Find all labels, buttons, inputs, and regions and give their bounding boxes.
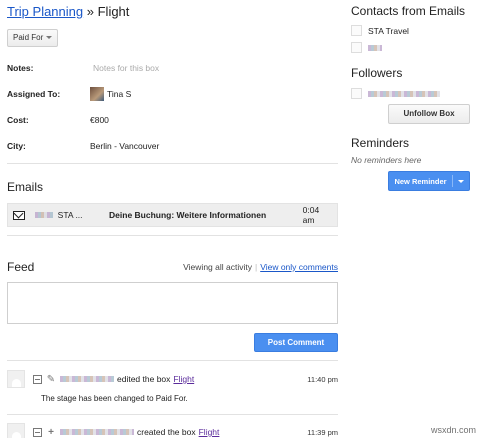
- plus-icon: +: [48, 426, 54, 438]
- divider: [7, 360, 338, 361]
- follower-avatar: [351, 88, 362, 99]
- followers-heading: Followers: [351, 66, 403, 80]
- feed-header: Feed Viewing all activity | View only comm…: [7, 260, 338, 274]
- filter-separator: |: [254, 262, 258, 272]
- activity-action: edited the box: [117, 374, 171, 384]
- redacted-user: [60, 429, 134, 435]
- email-time: 0:04 am: [302, 205, 320, 225]
- new-reminder-label: New Reminder: [394, 176, 447, 186]
- view-only-comments-link[interactable]: View only comments: [260, 262, 338, 272]
- divider: [7, 235, 338, 236]
- follower-item: [351, 86, 475, 101]
- contact-item[interactable]: [351, 40, 475, 55]
- pencil-icon: ✎: [46, 373, 56, 385]
- contact-item[interactable]: STA Travel: [351, 23, 475, 38]
- field-label: Cost:: [7, 115, 29, 125]
- activity-time: 11:39 pm: [307, 427, 338, 437]
- activity-detail: The stage has been changed to Paid For.: [41, 394, 188, 403]
- feed-heading: Feed: [7, 260, 35, 274]
- activity-text: edited the box Flight: [60, 374, 194, 384]
- box-icon: [33, 427, 42, 437]
- email-row[interactable]: STA ... Deine Buchung: Weitere Informati…: [7, 203, 338, 227]
- watermark: wsxdn.com: [430, 425, 476, 435]
- activity-action: created the box: [137, 427, 196, 437]
- notes-input[interactable]: Notes for this box: [93, 63, 159, 73]
- activity-item: ✎ edited the box Flight 11:40 pm: [7, 367, 338, 391]
- viewing-all-activity: Viewing all activity: [183, 262, 252, 272]
- box-icon: [33, 374, 42, 384]
- assignee-name: Tina S: [107, 89, 132, 99]
- avatar: [7, 423, 25, 438]
- stage-dropdown[interactable]: Paid For: [7, 29, 59, 47]
- activity-item: + created the box Flight 11:39 pm: [7, 420, 338, 438]
- breadcrumb-separator: »: [86, 4, 94, 19]
- activity-box-link[interactable]: Flight: [199, 427, 220, 437]
- feed-filter: Viewing all activity | View only comments: [183, 262, 338, 272]
- emails-heading: Emails: [7, 180, 44, 194]
- field-notes: Notes: Notes for this box: [7, 55, 338, 81]
- box-fields: Notes: Notes for this box Assigned To: T…: [7, 55, 338, 159]
- breadcrumb-trip-planning-link[interactable]: Trip Planning: [7, 4, 83, 19]
- chevron-down-icon[interactable]: [457, 179, 464, 183]
- no-reminders-text: No reminders here: [351, 155, 422, 165]
- contacts-heading: Contacts from Emails: [351, 4, 466, 18]
- reminders-heading: Reminders: [351, 136, 410, 150]
- field-label: Assigned To:: [7, 89, 61, 99]
- email-sender: STA ...: [57, 210, 83, 220]
- redacted-follower: [368, 90, 440, 97]
- contact-avatar: [351, 25, 362, 36]
- redacted-user: [60, 376, 114, 382]
- field-label: City:: [7, 141, 26, 151]
- unfollow-box-button[interactable]: Unfollow Box: [388, 104, 470, 124]
- field-city: City: Berlin - Vancouver: [7, 133, 338, 159]
- main-column: Trip Planning » Flight Paid For Notes: N…: [7, 4, 338, 438]
- post-comment-button[interactable]: Post Comment: [254, 333, 338, 352]
- assignee-value[interactable]: Tina S: [90, 87, 131, 101]
- stage-label: Paid For: [13, 33, 44, 42]
- divider: [7, 163, 338, 164]
- redacted-sender: [34, 212, 53, 218]
- city-value[interactable]: Berlin - Vancouver: [90, 141, 159, 151]
- field-assigned: Assigned To: Tina S: [7, 81, 338, 107]
- avatar: [7, 370, 25, 388]
- field-cost: Cost: €800: [7, 107, 338, 133]
- divider: [7, 414, 338, 415]
- chevron-down-icon: [46, 36, 53, 40]
- comment-input[interactable]: [7, 282, 338, 324]
- button-separator: [451, 175, 453, 187]
- activity-text: created the box Flight: [60, 427, 219, 437]
- contact-name: STA Travel: [368, 25, 409, 36]
- page-title: Flight: [97, 4, 130, 19]
- new-reminder-button[interactable]: New Reminder: [388, 171, 470, 191]
- field-label: Notes:: [7, 63, 34, 73]
- contact-avatar: [351, 42, 362, 53]
- envelope-icon: [13, 210, 25, 220]
- email-subject: Deine Buchung: Weitere Informationen: [109, 210, 267, 220]
- activity-box-link[interactable]: Flight: [173, 374, 194, 384]
- avatar: [90, 87, 104, 101]
- activity-list: ✎ edited the box Flight 11:40 pm The sta…: [7, 352, 338, 438]
- activity-time: 11:40 pm: [307, 374, 338, 384]
- cost-value[interactable]: €800: [90, 115, 109, 125]
- breadcrumb: Trip Planning » Flight: [7, 4, 338, 22]
- redacted-contact: [368, 44, 382, 51]
- sidebar: Contacts from Emails STA Travel Follower…: [351, 4, 475, 191]
